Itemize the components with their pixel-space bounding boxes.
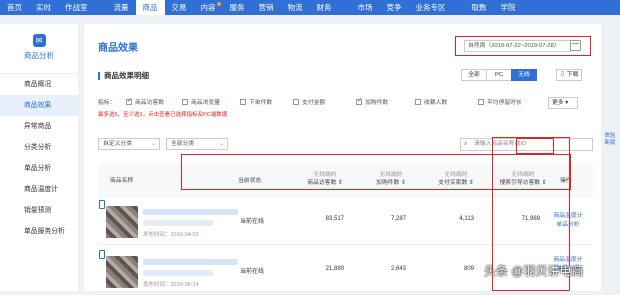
topnav-item-8[interactable]: 营销 [252,0,281,15]
status-text: 当前在线 [240,269,265,275]
sidebar-item-4[interactable]: 单品分析 [0,158,78,179]
sidebar-item-2[interactable]: 异常商品 [0,116,78,137]
product-title-blurred[interactable] [143,259,238,265]
checkbox[interactable] [356,97,362,105]
cell-buyers: 4,113 [459,216,474,222]
topnav-item-11[interactable]: 市场 [351,0,380,15]
chevron-down-icon: ⌄ [219,141,224,147]
all-category-value: 全部分类 [171,141,195,147]
cell-visitors: 83,517 [325,216,344,222]
highlight-box-search [516,138,554,154]
topnav-item-9[interactable]: 物流 [281,0,310,15]
topnav-item-5[interactable]: 交易 [165,0,194,15]
status-text: 当前在线 [240,219,265,225]
top-nav: 首页 实时 作战室 流量 商品 交易 内容 服务 营销 物流 财务 市场 竞争 业务专区 取数 学院 [0,0,620,15]
metric-option-1[interactable]: 商品浏览量 [182,97,220,106]
tab-2[interactable]: 无线 [511,69,537,81]
product-thumbnail[interactable] [106,256,138,288]
metric-option-6[interactable]: 平均停留时长 [478,97,522,106]
header-name: 商品名称 [110,178,134,184]
topnav-item-2[interactable]: 作战室 [58,0,95,15]
publish-date: 发布时间：2019-08-14 [143,282,199,288]
metric-option-0[interactable]: 商品访客数 [126,97,164,106]
checkbox[interactable] [240,98,246,105]
topnav-item-6[interactable]: 内容 [194,0,223,15]
product-title-blurred[interactable] [143,209,238,215]
topnav-item-7[interactable]: 服务 [223,0,252,15]
mobile-icon [99,250,105,259]
cell-cart: 7,287 [390,216,406,222]
checkbox[interactable] [415,98,421,105]
topnav-item-15[interactable]: 学院 [494,0,523,15]
checkbox[interactable] [182,98,188,105]
new-version-toggle[interactable]: 体验新版 [603,133,617,147]
sidebar-item-5[interactable]: 商品温度计 [0,179,78,200]
mail-icon: ✉ [32,34,46,47]
metric-label: 指标： [98,100,116,106]
checkbox[interactable] [126,97,132,105]
sidebar-header: ✉ 商品分析 [0,24,78,74]
metric-option-label: 商品浏览量 [191,100,220,106]
section-title: 商品效果明细 [98,72,149,80]
topnav-item-12[interactable]: 竞争 [380,0,409,15]
category-select[interactable]: 自定义分类 ⌄ [98,138,160,150]
publish-date: 发布时间：2019-04-02 [143,232,199,238]
topnav-item-0[interactable]: 首页 [0,0,29,15]
metric-option-3[interactable]: 支付金额 [293,97,325,106]
metric-option-4[interactable]: 加购件数 [356,97,388,106]
all-category-select[interactable]: 全部分类 ⌄ [166,138,228,150]
topnav-item-3[interactable]: 流量 [107,0,136,15]
cell-cart: 2,643 [390,266,406,272]
sidebar-title: 商品分析 [24,51,54,60]
metric-option-5[interactable]: 收藏人数 [415,97,447,106]
checkbox[interactable] [293,98,299,105]
checkbox[interactable] [478,98,484,105]
page-title: 商品效果 [98,43,138,54]
product-thumbnail[interactable] [106,206,138,238]
category-value: 自定义分类 [103,141,132,147]
more-metrics-button[interactable]: 更多 ▾ [548,97,578,109]
topnav-item-14[interactable]: 取数 [465,0,494,15]
mobile-icon [99,200,105,209]
chevron-down-icon: ⌄ [151,141,156,147]
metric-option-label: 加购件数 [365,100,389,106]
more-label: 更多 [552,100,564,106]
device-tabs: 全部 PC 无线 [461,69,537,81]
tab-1[interactable]: PC [486,69,512,81]
product-subtitle-blurred [143,220,213,226]
sidebar-item-0[interactable]: 商品概况 [0,74,78,95]
sidebar-item-3[interactable]: 分类分析 [0,137,78,158]
download-button[interactable]: ⇩ 下载 [556,69,582,81]
metric-option-2[interactable]: 下单件数 [240,97,272,106]
metric-option-label: 商品访客数 [135,100,164,106]
highlight-box-date [455,36,591,56]
topnav-item-13[interactable]: 业务专区 [409,0,453,15]
cell-buyers: 809 [463,266,474,272]
watermark: 头条 @羽贝讲电商 [484,264,584,278]
metric-option-label: 下单件数 [249,100,273,106]
main-panel: 商品效果 自然周（2019-07-22~2019-07-28） 商品效果明细 全… [84,24,601,295]
topnav-item-10[interactable]: 财务 [310,0,339,15]
metric-hint: 最多选5，至少选1，点击查看已选择指标及PC端数据 [98,112,228,118]
metric-option-label: 平均停留时长 [487,100,522,106]
sidebar-item-7[interactable]: 单品服务分析 [0,221,78,242]
sidebar-item-6[interactable]: 销量预测 [0,200,78,221]
metric-option-label: 支付金额 [302,100,326,106]
sidebar: ✉ 商品分析 商品概况 商品效果 异常商品 分类分析 单品分析 商品温度计 销量预测 单品服务… [0,24,78,291]
new-badge [216,2,221,6]
topnav-item-4[interactable]: 商品 [135,0,165,15]
sidebar-item-1[interactable]: 商品效果 [0,95,78,116]
download-label: 下载 [566,72,579,78]
product-subtitle-blurred [143,270,213,276]
search-icon: ⌕ [464,141,468,147]
metric-option-label: 收藏人数 [424,100,448,106]
tab-0[interactable]: 全部 [461,69,487,81]
cell-visitors: 21,889 [325,266,344,272]
topnav-item-1[interactable]: 实时 [29,0,58,15]
